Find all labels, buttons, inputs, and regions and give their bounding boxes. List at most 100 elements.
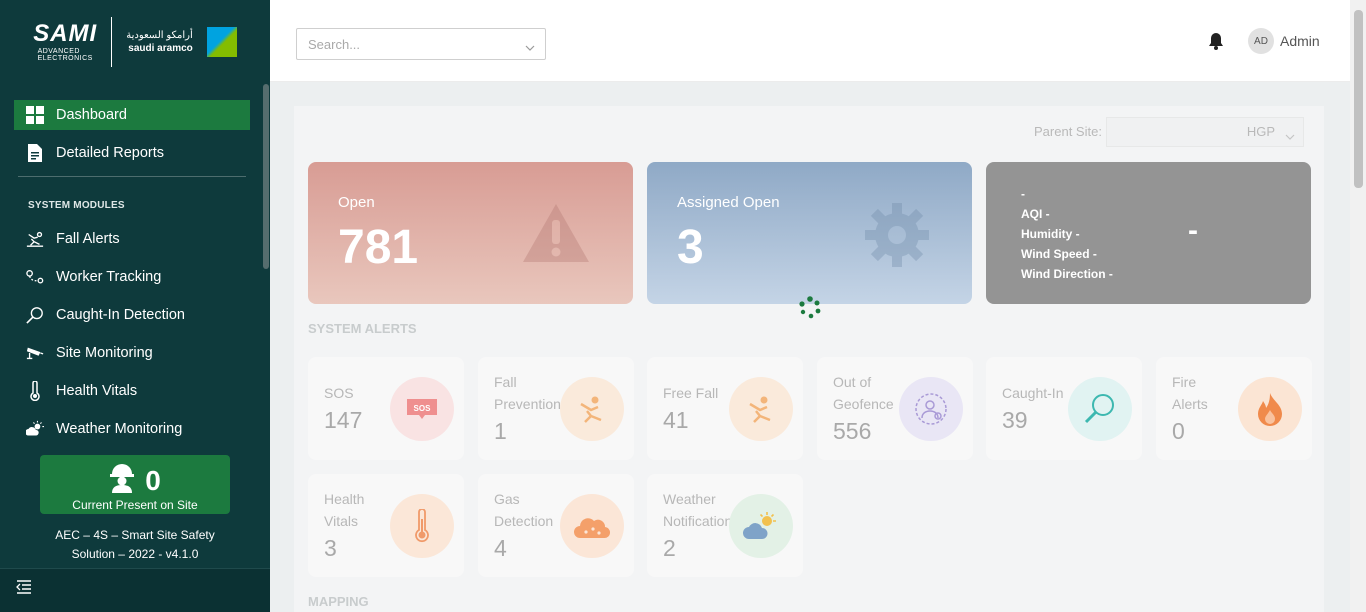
sidebar-item-label: Site Monitoring [56, 345, 153, 361]
user-name[interactable]: Admin [1280, 33, 1320, 49]
fall-icon [729, 377, 793, 441]
sidebar-item-label: Worker Tracking [56, 269, 162, 285]
version-line-1: AEC – 4S – Smart Site Safety [55, 528, 215, 542]
page-scrollbar-thumb[interactable] [1354, 10, 1363, 188]
weather-card[interactable]: - AQI - Humidity - Wind Speed - Wind Dir… [986, 162, 1311, 304]
sami-logo-subtext: ADVANCED ELECTRONICS [37, 48, 93, 62]
sidebar-item-fall-alerts[interactable]: Fall Alerts [14, 224, 250, 254]
thermometer-icon [26, 381, 44, 401]
present-count: 0 [145, 464, 161, 496]
alert-value: 41 [663, 407, 689, 433]
chevron-down-icon [525, 39, 535, 54]
assigned-card-label: Assigned Open [677, 194, 780, 211]
alert-value: 2 [663, 535, 676, 561]
parent-site-label: Parent Site: [1034, 124, 1102, 139]
parent-site-select[interactable]: HGP [1106, 117, 1304, 147]
chevron-down-icon [1285, 128, 1295, 143]
gear-icon [864, 202, 930, 273]
sidebar-item-detailed-reports[interactable]: Detailed Reports [14, 138, 250, 168]
sidebar-section-heading: SYSTEM MODULES [28, 200, 125, 211]
sidebar-item-weather-monitoring[interactable]: Weather Monitoring [14, 414, 250, 444]
system-alerts-title: SYSTEM ALERTS [308, 321, 417, 336]
alert-value: 0 [1172, 418, 1185, 444]
sidebar-item-label: Health Vitals [56, 383, 138, 399]
sidebar-item-label: Caught-In Detection [56, 307, 185, 323]
svg-text:SOS: SOS [414, 404, 432, 413]
weather-icon [26, 420, 44, 438]
weather-wind-speed: Wind Speed - [1021, 247, 1097, 261]
present-label: Current Present on Site [72, 498, 198, 512]
alert-title: Health Vitals [324, 491, 365, 529]
avatar[interactable]: AD [1248, 28, 1274, 54]
alert-card-health-vitals[interactable]: Health Vitals 3 [308, 474, 464, 577]
mapping-title: MAPPING [308, 594, 369, 609]
alert-value: 39 [1002, 407, 1028, 433]
alert-value: 1 [494, 418, 507, 444]
warning-icon [521, 202, 591, 269]
alert-card-caught-in[interactable]: Caught-In 39 [986, 357, 1142, 460]
present-on-site-box: 0 Current Present on Site [40, 455, 230, 514]
fire-icon [1238, 377, 1302, 441]
sami-logo: SAMI ADVANCED ELECTRONICS [33, 20, 98, 63]
alert-title: Out of Geofence [833, 374, 894, 412]
route-icon [26, 268, 44, 286]
magnifier-icon [26, 306, 44, 324]
logo[interactable]: SAMI ADVANCED ELECTRONICS أرامكو السعودية… [0, 0, 270, 84]
magnifier-icon [1068, 377, 1132, 441]
alert-card-fire-alerts[interactable]: Fire Alerts 0 [1156, 357, 1312, 460]
weather-aqi: AQI - [1021, 207, 1050, 221]
sidebar-item-caught-in-detection[interactable]: Caught-In Detection [14, 300, 250, 330]
alert-title: SOS [324, 385, 354, 401]
sidebar-item-worker-tracking[interactable]: Worker Tracking [14, 262, 250, 292]
alert-value: 4 [494, 535, 507, 561]
alert-card-out-of-geofence[interactable]: Out of Geofence 556 [817, 357, 973, 460]
weather-humidity: Humidity - [1021, 227, 1080, 241]
sidebar-item-site-monitoring[interactable]: Site Monitoring [14, 338, 250, 368]
version-line-2: Solution – 2022 - v4.1.0 [71, 547, 199, 561]
sidebar-item-health-vitals[interactable]: Health Vitals [14, 376, 250, 406]
aramco-logo: أرامكو السعودية saudi aramco [126, 29, 193, 55]
assigned-card-value: 3 [677, 221, 704, 274]
assigned-open-card[interactable]: Assigned Open 3 [647, 162, 972, 304]
sidebar-divider [18, 176, 246, 177]
open-card[interactable]: Open 781 [308, 162, 633, 304]
page-scrollbar[interactable] [1350, 0, 1366, 612]
bell-icon[interactable] [1208, 32, 1224, 55]
loading-spinner-icon [797, 295, 823, 321]
geofence-worker-icon [899, 377, 963, 441]
fall-icon [26, 230, 44, 248]
collapse-menu-icon[interactable] [16, 580, 32, 599]
alert-card-fall-prevention[interactable]: Fall Prevention 1 [478, 357, 634, 460]
open-card-value: 781 [338, 221, 419, 274]
search-placeholder: Search... [308, 37, 361, 52]
aramco-logo-arabic: أرامكو السعودية [126, 30, 193, 41]
sidebar-footer [0, 568, 270, 612]
alert-title: Fire Alerts [1172, 374, 1208, 412]
weather-wind-direction: Wind Direction - [1021, 267, 1113, 281]
search-input[interactable]: Search... [296, 28, 546, 60]
cctv-icon [26, 344, 44, 362]
alert-card-gas-detection[interactable]: Gas Detection 4 [478, 474, 634, 577]
weather-location: - [1021, 187, 1025, 201]
alert-card-weather-notifications[interactable]: Weather Notifications 2 [647, 474, 803, 577]
sidebar-scrollbar[interactable] [263, 84, 269, 269]
alert-title: Free Fall [663, 385, 719, 401]
alert-value: 556 [833, 418, 872, 444]
weather-temperature: - [1188, 214, 1198, 247]
worker-helmet-icon [109, 463, 135, 498]
top-bar: Search... AD Admin [270, 0, 1350, 82]
weather-details: - AQI - Humidity - Wind Speed - Wind Dir… [1021, 184, 1113, 284]
sidebar-item-dashboard[interactable]: Dashboard [14, 100, 250, 130]
grid-icon [26, 106, 44, 124]
gas-cloud-icon [560, 494, 624, 558]
sami-logo-text: SAMI [33, 20, 98, 47]
open-card-label: Open [338, 194, 375, 211]
alert-value: 147 [324, 407, 363, 433]
alert-value: 3 [324, 535, 337, 561]
fall-icon [560, 377, 624, 441]
alert-card-sos[interactable]: SOS 147 SOS [308, 357, 464, 460]
logo-divider [111, 17, 113, 67]
alert-card-free-fall[interactable]: Free Fall 41 [647, 357, 803, 460]
version-info: AEC – 4S – Smart Site Safety Solution – … [30, 526, 240, 564]
sidebar-item-label: Weather Monitoring [56, 421, 183, 437]
